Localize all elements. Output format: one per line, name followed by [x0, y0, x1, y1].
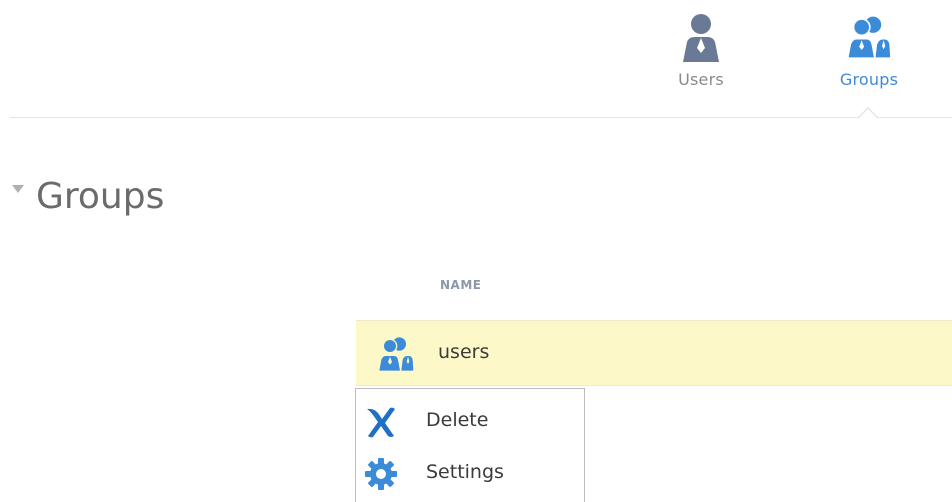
menu-item-settings-label: Settings [426, 461, 504, 483]
group-icon [848, 16, 891, 58]
group-name: users [438, 341, 490, 363]
nav-tab-users-label: Users [678, 70, 724, 89]
nav-tab-groups-label: Groups [839, 70, 899, 89]
table-row[interactable]: users [356, 320, 952, 386]
section-title: Groups [36, 175, 165, 217]
nav-tab-users[interactable]: Users [656, 10, 746, 89]
user-icon [683, 14, 719, 62]
collapse-triangle-icon[interactable] [12, 185, 24, 193]
nav-divider [10, 117, 952, 118]
group-icon [379, 337, 414, 371]
menu-item-settings[interactable]: Settings [356, 449, 584, 497]
column-header-name[interactable]: NAME [440, 278, 481, 292]
active-tab-indicator [858, 107, 878, 118]
menu-item-delete-label: Delete [426, 409, 489, 431]
context-menu: Delete Settings [355, 388, 585, 502]
gear-icon [365, 458, 397, 490]
groups-section-header[interactable]: Groups [12, 172, 164, 220]
menu-item-delete[interactable]: Delete [356, 397, 584, 445]
page: Users Groups Groups NAME users Delete Se… [0, 0, 952, 502]
delete-x-icon [367, 407, 395, 438]
nav-tab-groups[interactable]: Groups [824, 10, 914, 89]
